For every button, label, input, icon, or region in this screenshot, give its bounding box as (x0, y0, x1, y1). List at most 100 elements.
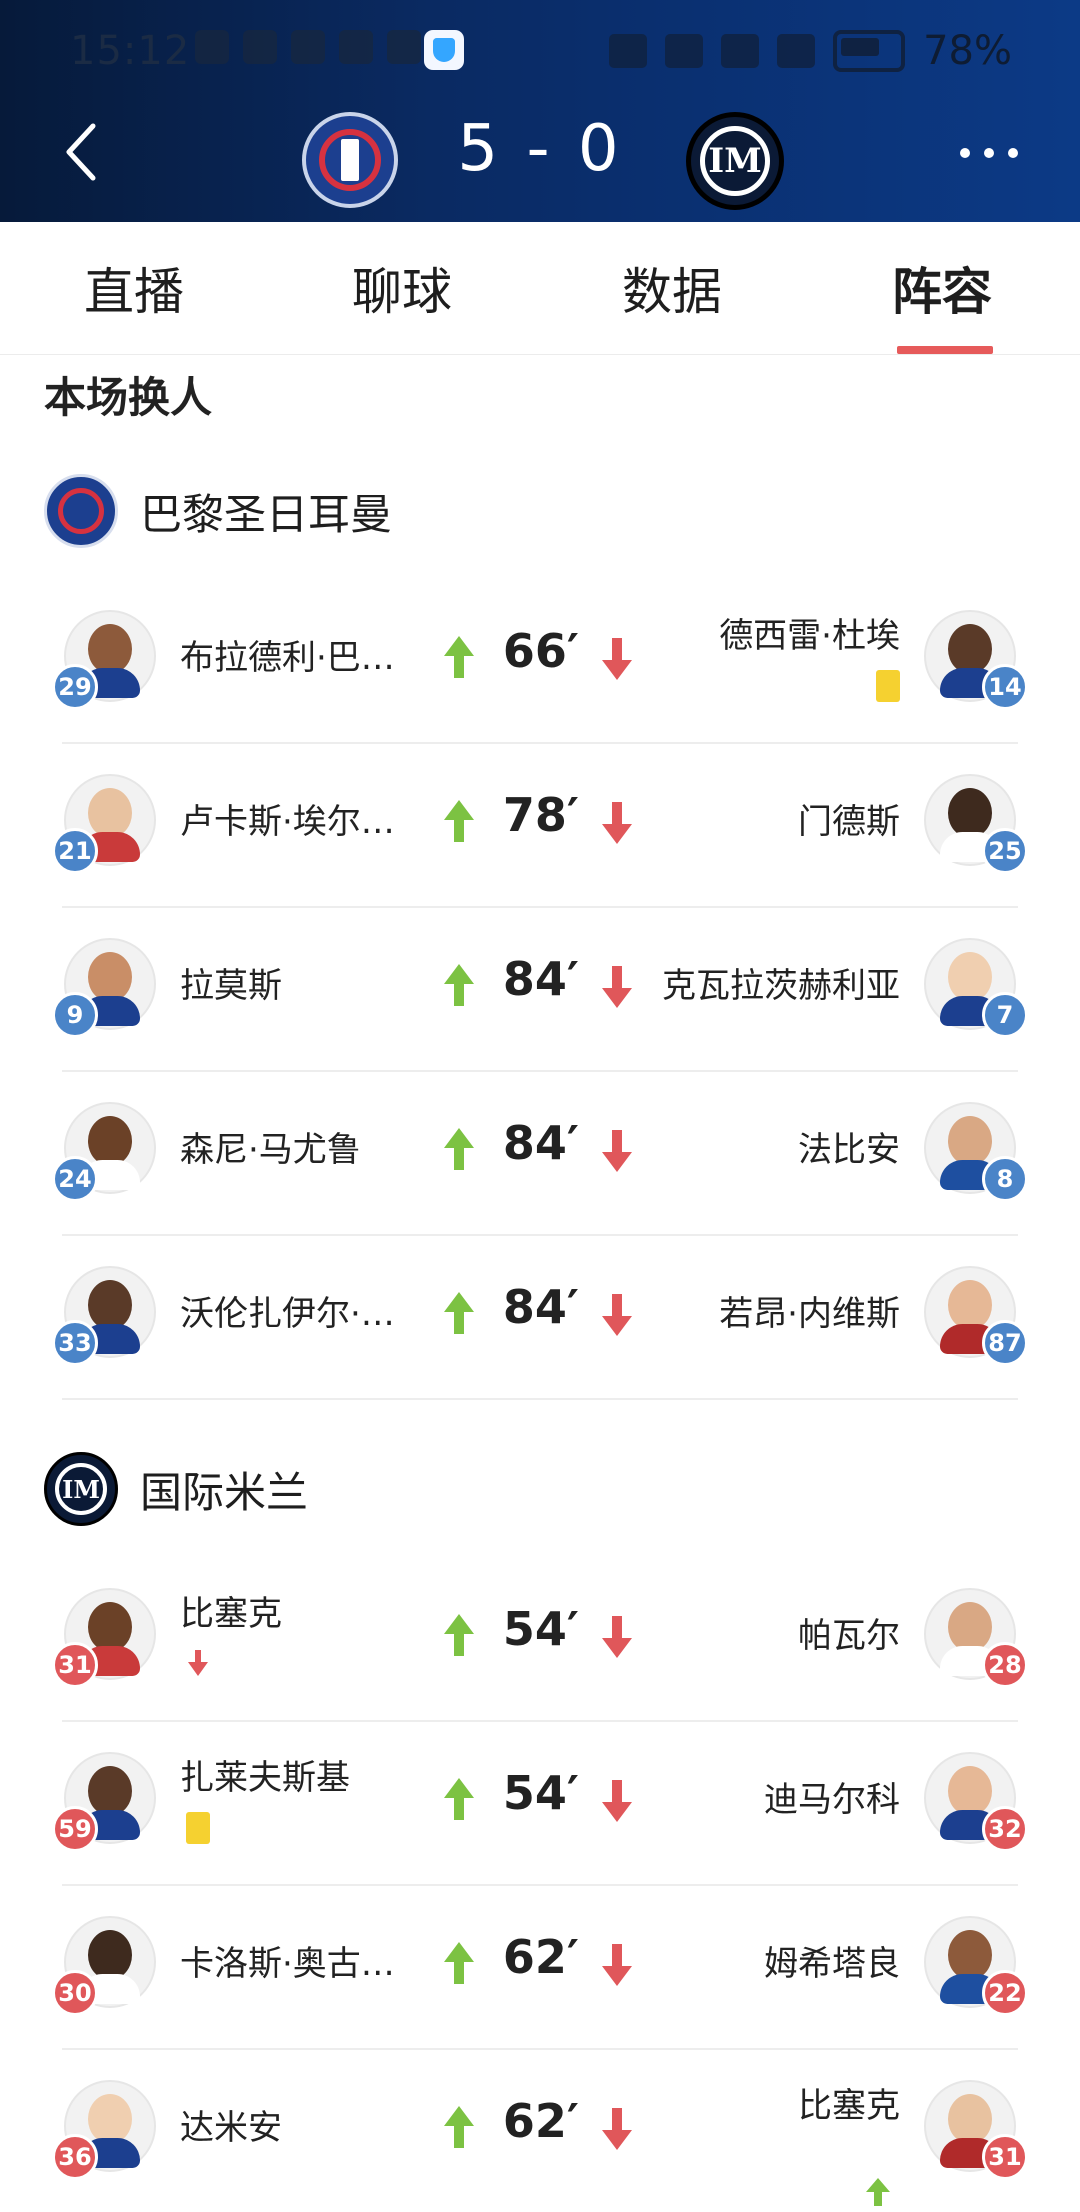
signal-4g-icon (777, 34, 816, 68)
sub-in-arrow-icon (444, 2106, 474, 2148)
sub-in-arrow-icon (444, 1128, 474, 1170)
substitution-minute: 84′ (502, 1280, 580, 1334)
player-in-name[interactable]: 比塞克 (180, 1586, 282, 1635)
player-out-name[interactable]: 迪马尔科 (764, 1772, 900, 1821)
player-out-avatar[interactable]: 28 (924, 1588, 1028, 1688)
shirt-number-badge: 87 (982, 1320, 1028, 1366)
sub-out-arrow-icon (602, 2108, 632, 2150)
shirt-number-badge: 33 (52, 1320, 98, 1366)
team-header[interactable]: IM 国际米兰 (44, 1452, 309, 1526)
shirt-number-badge: 9 (52, 992, 98, 1038)
player-out-avatar[interactable]: 22 (924, 1916, 1028, 2016)
match-header: 15:12 78% 5 - 0 IM (0, 0, 1080, 222)
player-out-name[interactable]: 帕瓦尔 (798, 1608, 900, 1657)
shirt-number-badge: 22 (982, 1970, 1028, 2016)
substitution-row[interactable]: 9 拉莫斯 84′ 克瓦拉茨赫利亚 7 (52, 906, 1028, 1072)
mute-icon (609, 34, 648, 68)
player-in-avatar[interactable]: 59 (52, 1752, 156, 1852)
shirt-number-badge: 25 (982, 828, 1028, 874)
player-in-name[interactable]: 森尼·马尤鲁 (180, 1122, 361, 1171)
chevron-left-icon (66, 123, 96, 181)
more-dot-icon (984, 148, 994, 158)
sub-in-arrow-icon (444, 1614, 474, 1656)
player-in-name[interactable]: 卡洛斯·奥古… (180, 1936, 395, 1985)
substitution-minute: 54′ (502, 1602, 580, 1656)
player-out-name[interactable]: 法比安 (798, 1122, 900, 1171)
substitution-minute: 84′ (502, 952, 580, 1006)
substitution-minute: 84′ (502, 1116, 580, 1170)
sub-out-arrow-icon (602, 1616, 632, 1658)
shirt-number-badge: 31 (982, 2134, 1028, 2180)
tab-stats[interactable]: 数据 (622, 252, 722, 324)
substitution-row[interactable]: 29 布拉德利·巴… 66′ 德西雷·杜埃 14 (52, 578, 1028, 744)
player-out-name[interactable]: 克瓦拉茨赫利亚 (662, 958, 900, 1007)
battery-saver-icon (339, 30, 373, 64)
team-name: 国际米兰 (140, 1467, 309, 1517)
more-dot-icon (1008, 148, 1018, 158)
player-in-avatar[interactable]: 9 (52, 938, 156, 1038)
player-out-name[interactable]: 德西雷·杜埃 (719, 608, 900, 657)
inter-logo: IM (44, 1452, 118, 1526)
psg-logo (44, 474, 118, 548)
shirt-number-badge: 8 (982, 1156, 1028, 1202)
team-name: 巴黎圣日耳曼 (140, 489, 393, 539)
player-in-name[interactable]: 沃伦扎伊尔·… (180, 1286, 395, 1335)
inter-logo[interactable]: IM (686, 112, 784, 210)
substitution-row[interactable]: 30 卡洛斯·奥古… 62′ 姆希塔良 22 (52, 1884, 1028, 2050)
shirt-number-badge: 30 (52, 1970, 98, 2016)
player-out-avatar[interactable]: 14 (924, 610, 1028, 710)
sub-in-arrow-icon (444, 1942, 474, 1984)
player-out-avatar[interactable]: 32 (924, 1752, 1028, 1852)
team-header[interactable]: 巴黎圣日耳曼 (44, 474, 393, 548)
player-out-name[interactable]: 若昂·内维斯 (719, 1286, 900, 1335)
player-in-avatar[interactable]: 36 (52, 2080, 156, 2180)
player-out-avatar[interactable]: 25 (924, 774, 1028, 874)
chat-icon (387, 30, 421, 64)
player-in-avatar[interactable]: 29 (52, 610, 156, 710)
player-in-avatar[interactable]: 33 (52, 1266, 156, 1366)
player-out-avatar[interactable]: 31 (924, 2080, 1028, 2180)
player-in-avatar[interactable]: 21 (52, 774, 156, 874)
sub-out-arrow-icon (602, 966, 632, 1008)
battery-icon (833, 30, 906, 72)
substitution-row[interactable]: 21 卢卡斯·埃尔… 78′ 门德斯 25 (52, 742, 1028, 908)
player-in-name[interactable]: 扎莱夫斯基 (180, 1750, 350, 1799)
notification-icon (243, 30, 277, 64)
substitution-row[interactable]: 31 比塞克 54′ 帕瓦尔 28 (52, 1556, 1028, 1722)
player-out-avatar[interactable]: 87 (924, 1266, 1028, 1366)
sub-in-arrow-icon (444, 800, 474, 842)
sub-in-arrow-icon (444, 964, 474, 1006)
substitution-row[interactable]: 59 扎莱夫斯基 54′ 迪马尔科 32 (52, 1720, 1028, 1886)
sub-out-arrow-icon (602, 802, 632, 844)
tab-live[interactable]: 直播 (84, 252, 184, 324)
tab-lineup[interactable]: 阵容 (892, 252, 992, 324)
player-in-avatar[interactable]: 31 (52, 1588, 156, 1688)
more-options-button[interactable] (960, 148, 1018, 158)
shield-app-icon (424, 30, 464, 70)
wifi-icon (665, 34, 704, 68)
back-button[interactable] (56, 120, 106, 184)
substitution-row[interactable]: 24 森尼·马尤鲁 84′ 法比安 8 (52, 1070, 1028, 1236)
tab-chat[interactable]: 聊球 (352, 252, 452, 324)
shirt-number-badge: 59 (52, 1806, 98, 1852)
psg-logo[interactable] (302, 112, 398, 208)
substitution-row[interactable]: 33 沃伦扎伊尔·… 84′ 若昂·内维斯 87 (52, 1234, 1028, 1400)
substitution-row[interactable]: 36 达米安 62′ 比塞克 31 (52, 2048, 1028, 2212)
player-out-name[interactable]: 门德斯 (798, 794, 900, 843)
section-title: 本场换人 (44, 373, 213, 422)
sub-out-arrow-icon (602, 1130, 632, 1172)
signal-5g-icon (721, 34, 760, 68)
yellow-card-icon (186, 1812, 210, 1844)
match-score: 5 - 0 (457, 112, 623, 186)
player-in-name[interactable]: 布拉德利·巴… (180, 630, 395, 679)
player-out-avatar[interactable]: 8 (924, 1102, 1028, 1202)
player-in-name[interactable]: 拉莫斯 (180, 958, 282, 1007)
player-out-avatar[interactable]: 7 (924, 938, 1028, 1038)
player-out-name[interactable]: 比塞克 (798, 2078, 900, 2127)
player-in-name[interactable]: 达米安 (180, 2100, 282, 2149)
player-out-name[interactable]: 姆希塔良 (764, 1936, 900, 1985)
player-in-name[interactable]: 卢卡斯·埃尔… (180, 794, 395, 843)
substitution-minute: 66′ (502, 624, 580, 678)
player-in-avatar[interactable]: 24 (52, 1102, 156, 1202)
player-in-avatar[interactable]: 30 (52, 1916, 156, 2016)
